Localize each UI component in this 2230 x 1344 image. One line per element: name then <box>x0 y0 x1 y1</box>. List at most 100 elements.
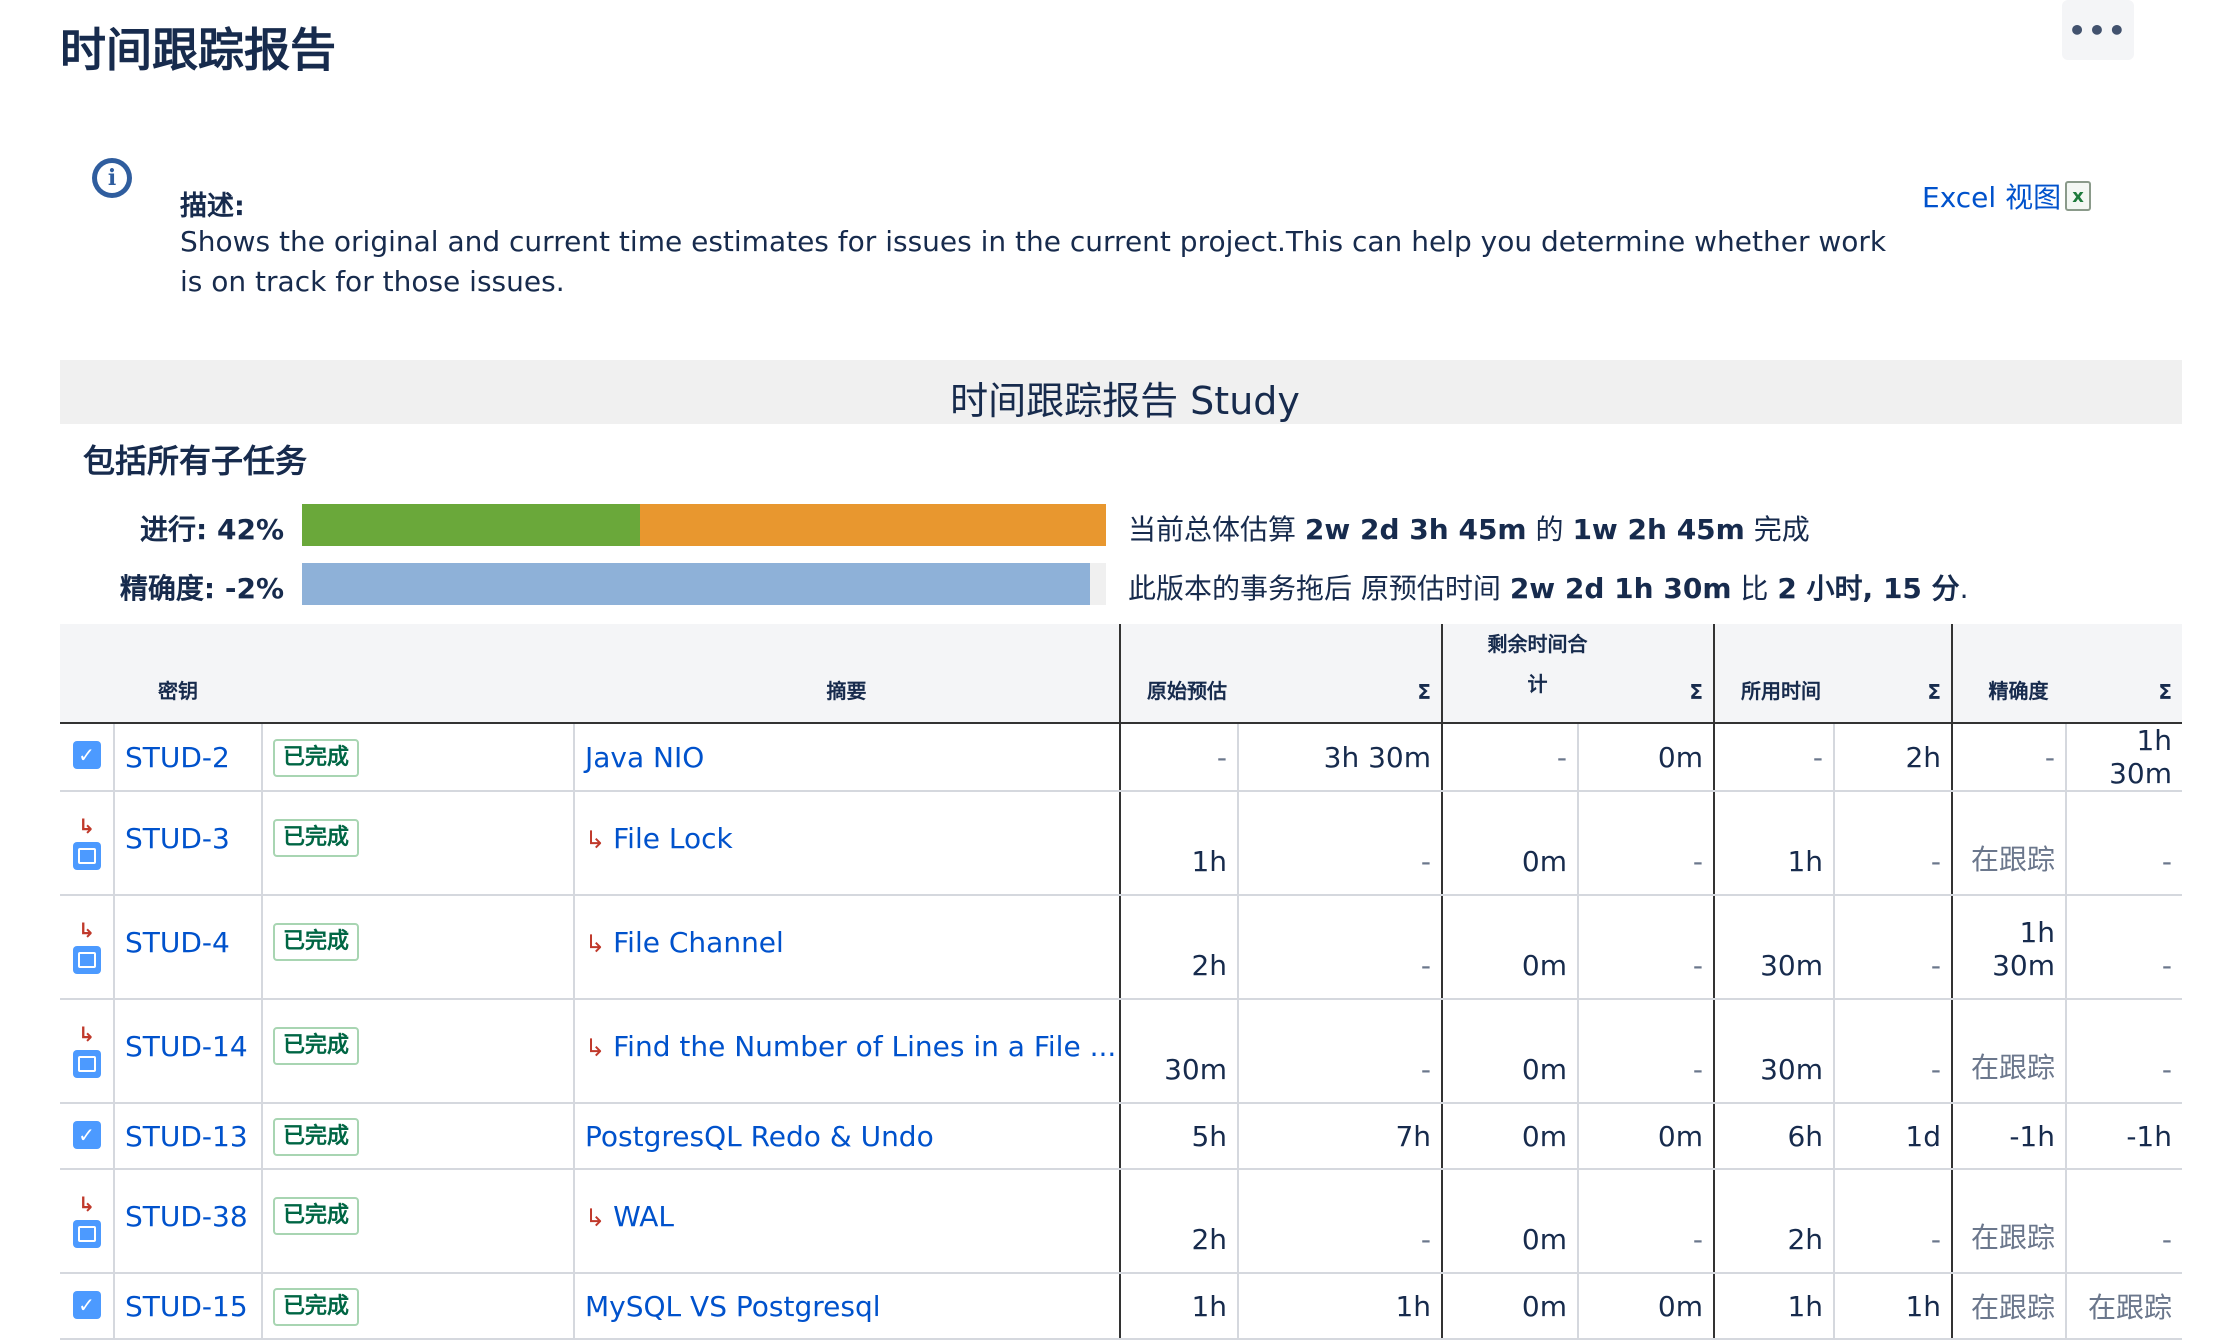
time-tracking-table: 密钥 摘要 原始预估 Σ 剩余时间合计 Σ 所用时间 Σ 精确度 Σ ✓ STU… <box>60 624 2182 1340</box>
remaining-cell: - <box>1442 723 1579 792</box>
header-spent[interactable]: 所用时间 <box>1714 624 1834 724</box>
original-estimate-cell: 5h <box>1120 1103 1239 1170</box>
header-key[interactable]: 密钥 <box>114 624 262 724</box>
accuracy-sum-cell: 1h 30m <box>2066 723 2182 792</box>
original-estimate-sum-cell: - <box>1238 1169 1443 1274</box>
issue-key-link[interactable]: STUD-3 <box>125 822 230 855</box>
original-estimate-sum-cell: - <box>1238 999 1443 1104</box>
remaining: 0m <box>1521 1119 1567 1153</box>
time-spent: 1h <box>1787 845 1823 878</box>
remaining: 0m <box>1521 845 1567 878</box>
more-actions-button[interactable]: ••• <box>2062 0 2134 60</box>
task-checkbox-icon: ✓ <box>72 1121 101 1149</box>
original-estimate-cell: 2h <box>1120 1169 1239 1274</box>
header-accuracy[interactable]: 精确度 <box>1952 624 2066 724</box>
table-row: ✓ STUD-2 已完成 Java NIO - 3h 30m - 0m - 2h… <box>60 723 2182 792</box>
remaining-sum: - <box>1692 949 1703 982</box>
progress-bar-done <box>302 504 640 546</box>
table-row: ↳ STUD-3 已完成 ↳ File Lock 1h - 0m - 1h - 在… <box>60 791 2182 896</box>
header-spent-sigma: Σ <box>1834 624 1953 724</box>
progress-text-mid: 的 <box>1535 513 1564 546</box>
accuracy-sum: - <box>2161 845 2172 878</box>
accuracy-cell: 1h 30m <box>1952 895 2067 1000</box>
time-spent-sum: 1h <box>1905 1289 1941 1323</box>
spent-cell: 30m <box>1714 895 1835 1000</box>
original-estimate-cell: 1h <box>1120 791 1239 896</box>
issue-summary-link[interactable]: Find the Number of Lines in a File ... <box>613 1030 1116 1063</box>
accuracy-sum: 在跟踪 <box>2087 1291 2172 1324</box>
original-estimate: 30m <box>1164 1053 1227 1086</box>
remaining-sum-cell: - <box>1578 895 1715 1000</box>
row-icon-cell: ✓ <box>60 1103 115 1170</box>
accuracy-sum: - <box>2161 949 2172 982</box>
accuracy-summary: 此版本的事务拖后 原预估时间 2w 2d 1h 30m 比 2 小时, 15 分… <box>1128 567 1969 607</box>
issue-key-link[interactable]: STUD-4 <box>125 926 230 959</box>
issue-summary-link[interactable]: WAL <box>613 1200 674 1233</box>
header-accuracy-sigma: Σ <box>2066 624 2182 724</box>
spent-sum-cell: - <box>1834 895 1953 1000</box>
status-cell: 已完成 <box>262 895 575 1000</box>
remaining-cell: 0m <box>1442 999 1579 1104</box>
header-status <box>262 624 574 724</box>
accuracy: -1h <box>2009 1119 2055 1153</box>
remaining: 0m <box>1521 1223 1567 1256</box>
header-summary[interactable]: 摘要 <box>574 624 1121 724</box>
accuracy-sum: -1h <box>2126 1119 2172 1153</box>
issue-key-link[interactable]: STUD-2 <box>125 741 230 774</box>
status-cell: 已完成 <box>262 1103 575 1170</box>
time-spent-sum: - <box>1930 845 1941 878</box>
spent-sum-cell: 2h <box>1834 723 1953 792</box>
issue-key-link[interactable]: STUD-15 <box>125 1290 248 1323</box>
original-estimate: 5h <box>1191 1119 1227 1153</box>
remaining-cell: 0m <box>1442 1273 1579 1340</box>
table-header-row: 密钥 摘要 原始预估 Σ 剩余时间合计 Σ 所用时间 Σ 精确度 Σ <box>60 624 2182 724</box>
excel-view-link[interactable]: Excel 视图 x <box>1922 176 2092 216</box>
accuracy: 1h 30m <box>1992 916 2055 982</box>
row-icon-cell: ↳ <box>60 791 115 896</box>
spent-cell: 2h <box>1714 1169 1835 1274</box>
accuracy-cell: 在跟踪 <box>1952 791 2067 896</box>
accuracy-cell: 在跟踪 <box>1952 999 2067 1104</box>
remaining-sum-cell: - <box>1578 999 1715 1104</box>
description-text: Shows the original and current time esti… <box>180 225 1887 298</box>
header-original[interactable]: 原始预估 <box>1120 624 1238 724</box>
header-remaining-line2: 计 <box>1527 672 1548 696</box>
accuracy-cell: 在跟踪 <box>1952 1273 2067 1340</box>
accuracy-text-suffix: . <box>1959 572 1969 605</box>
subtask-arrow-icon: ↳ <box>78 814 95 838</box>
issue-summary-link[interactable]: Java NIO <box>585 741 704 774</box>
remaining-sum: - <box>1692 1053 1703 1086</box>
remaining: - <box>1556 740 1567 774</box>
accuracy-bar <box>302 563 1106 605</box>
accuracy: - <box>2044 740 2055 774</box>
issue-summary-link[interactable]: File Channel <box>613 926 784 959</box>
issue-key-cell: STUD-38 <box>114 1169 263 1274</box>
report-title: 时间跟踪报告 Study <box>950 379 1300 423</box>
progress-estimate: 2w 2d 3h 45m <box>1304 513 1527 546</box>
status-badge: 已完成 <box>273 1197 360 1235</box>
remaining-sum-cell: - <box>1578 1169 1715 1274</box>
remaining-sum-cell: - <box>1578 791 1715 896</box>
status-badge: 已完成 <box>273 819 360 857</box>
table-row: ↳ STUD-4 已完成 ↳ File Channel 2h - 0m - 30m… <box>60 895 2182 1000</box>
issue-summary-link[interactable]: MySQL VS Postgresql <box>585 1290 881 1323</box>
header-original-sigma: Σ <box>1238 624 1443 724</box>
issue-summary-link[interactable]: File Lock <box>613 822 733 855</box>
status-cell: 已完成 <box>262 791 575 896</box>
excel-view-label[interactable]: Excel 视图 <box>1922 176 2061 216</box>
issue-key-link[interactable]: STUD-13 <box>125 1120 248 1153</box>
row-icon-cell: ✓ <box>60 1273 115 1340</box>
header-remaining[interactable]: 剩余时间合计 <box>1442 624 1588 724</box>
task-checkbox-icon: ✓ <box>72 1291 101 1319</box>
spent-cell: 6h <box>1714 1103 1835 1170</box>
spent-sum-cell: - <box>1834 999 1953 1104</box>
status-badge: 已完成 <box>273 738 360 777</box>
original-estimate: 2h <box>1191 949 1227 982</box>
issue-summary-link[interactable]: PostgresQL Redo & Undo <box>585 1120 934 1153</box>
issue-key-link[interactable]: STUD-38 <box>125 1200 248 1233</box>
original-estimate-sum: 1h <box>1395 1289 1431 1323</box>
issue-key-link[interactable]: STUD-14 <box>125 1030 248 1063</box>
header-remaining-sigma: Σ <box>1578 624 1715 724</box>
description-label: 描述: <box>180 191 245 222</box>
accuracy-sum-cell: - <box>2066 999 2182 1104</box>
